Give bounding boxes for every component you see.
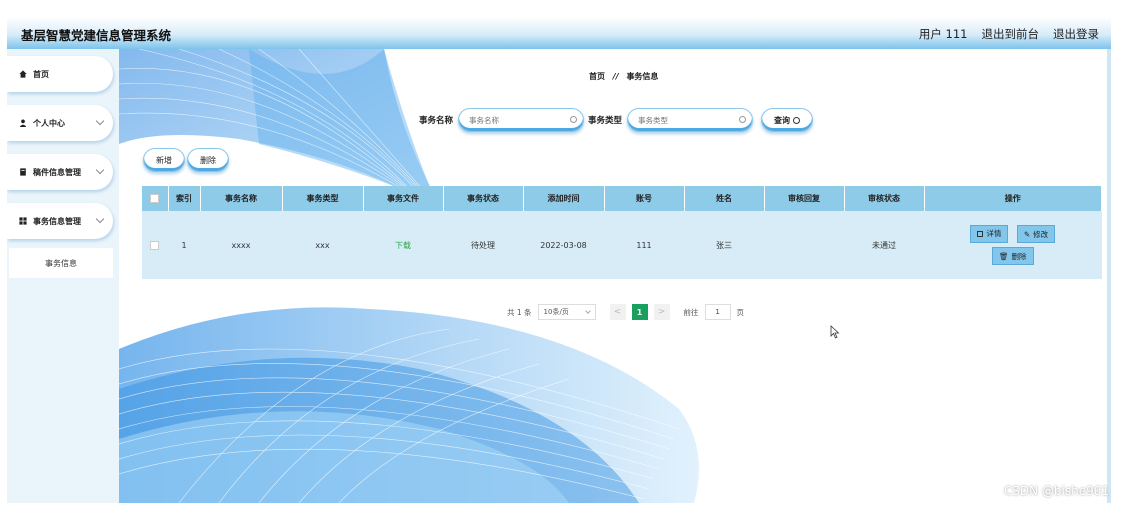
table-header-row: 索引 事务名称 事务类型 事务文件 事务状态 添加时间 账号 姓名 审核回复 审… [142, 186, 1102, 211]
document-icon [20, 168, 26, 176]
edit-button[interactable]: ✎ 修改 [1016, 225, 1056, 244]
row-delete-button[interactable]: 🗑 删除 [991, 247, 1034, 266]
breadcrumb-home[interactable]: 首页 [589, 72, 605, 81]
search-name-input[interactable] [458, 108, 585, 132]
search-bar: 事务名称 事务类型 查询 [419, 107, 814, 133]
sidebar-item-label: 稿件信息管理 [33, 167, 81, 177]
detail-button[interactable]: 详情 [970, 224, 1009, 243]
cell-account: 111 [604, 211, 685, 279]
column-header: 账号 [604, 186, 685, 211]
toolbar: 新增 删除 [143, 148, 229, 172]
row-delete-button-label: 删除 [1011, 251, 1027, 261]
chevron-down-icon [95, 165, 105, 175]
watermark: CSDN @bishe901 [1003, 484, 1109, 498]
trash-icon: 🗑 [998, 251, 1009, 261]
detail-button-label: 详情 [986, 229, 1002, 239]
breadcrumb-current: 事务信息 [626, 72, 659, 81]
back-to-front-link[interactable]: 退出到前台 [982, 26, 1040, 42]
next-page-button[interactable]: > [653, 304, 670, 320]
vertical-scrollbar[interactable] [1107, 49, 1111, 503]
cell-operations: 详情 ✎ 修改 🗑 删除 [924, 211, 1102, 279]
edit-icon: ✎ [1023, 229, 1031, 239]
sidebar-item-manuscript[interactable]: 稿件信息管理 [7, 154, 113, 190]
row-checkbox[interactable] [150, 240, 160, 250]
app-title: 基层智慧党建信息管理系统 [21, 28, 172, 43]
goto-label: 前往 [683, 307, 699, 317]
detail-icon [977, 230, 984, 237]
column-header: 添加时间 [523, 186, 605, 211]
header-actions: 用户 111 退出到前台 退出登录 [919, 26, 1099, 42]
column-header: 姓名 [684, 186, 765, 211]
chevron-down-icon [95, 214, 105, 224]
user-label[interactable]: 用户 111 [919, 26, 968, 42]
row-select-cell [142, 211, 169, 279]
cell-name: xxxx [200, 211, 283, 279]
chevron-down-icon [584, 307, 591, 314]
column-header: 审核状态 [844, 186, 925, 211]
sidebar-item-label: 事务信息管理 [33, 216, 81, 226]
search-type-input[interactable] [627, 108, 754, 132]
cell-index: 1 [168, 211, 201, 279]
sidebar-item-personal-center[interactable]: 个人中心 [7, 105, 113, 141]
cell-reply [764, 211, 845, 279]
search-icon [739, 116, 747, 123]
grid-icon [19, 217, 27, 225]
column-header: 事务文件 [363, 186, 444, 211]
total-count: 共 1 条 [507, 307, 532, 317]
goto-page-input[interactable] [704, 304, 731, 320]
delete-button[interactable]: 删除 [187, 148, 229, 172]
sidebar-item-label: 个人中心 [33, 118, 65, 128]
chevron-down-icon [95, 116, 105, 126]
cell-added-time: 2022-03-08 [523, 211, 605, 279]
sidebar: 首页 个人中心 稿件信息管理 事务信息管理 事务信息 [7, 49, 119, 503]
affairs-table: 索引 事务名称 事务类型 事务文件 事务状态 添加时间 账号 姓名 审核回复 审… [142, 186, 1102, 279]
home-icon [19, 70, 27, 78]
sidebar-item-home[interactable]: 首页 [7, 56, 113, 92]
query-button[interactable]: 查询 [761, 108, 814, 132]
add-button[interactable]: 新增 [143, 148, 185, 172]
page-number-button[interactable]: 1 [631, 304, 648, 320]
edit-button-label: 修改 [1033, 229, 1049, 239]
cell-file: 下载 [363, 211, 444, 279]
search-type-wrap [622, 108, 757, 132]
cell-person: 张三 [684, 211, 765, 279]
query-button-label: 查询 [774, 115, 791, 125]
logout-link[interactable]: 退出登录 [1053, 26, 1099, 42]
main-content: 首页 // 事务信息 事务名称 事务类型 查询 新增 删除 [119, 49, 1111, 503]
search-icon [793, 116, 801, 124]
page-size-value: 10条/页 [543, 308, 569, 316]
search-name-label: 事务名称 [419, 116, 454, 126]
search-type-label: 事务类型 [588, 116, 623, 126]
column-header: 索引 [168, 186, 201, 211]
column-header: 事务状态 [443, 186, 524, 211]
submenu-item-affairs-info[interactable]: 事务信息 [9, 248, 113, 278]
breadcrumb-separator: // [612, 72, 619, 81]
select-all-checkbox[interactable] [150, 194, 160, 203]
cell-status: 待处理 [443, 211, 524, 279]
search-name-wrap [453, 108, 588, 132]
mouse-cursor-icon [830, 325, 840, 339]
column-header: 审核回复 [764, 186, 845, 211]
column-header: 事务名称 [200, 186, 283, 211]
select-all-cell [142, 186, 169, 211]
page-size-select[interactable]: 10条/页 [537, 304, 596, 320]
column-header: 事务类型 [282, 186, 364, 211]
cell-type: xxx [282, 211, 364, 279]
page-unit-label: 页 [736, 307, 745, 317]
pagination: 共 1 条 10条/页 < 1 > 前往 页 [507, 304, 744, 320]
user-icon [19, 119, 27, 127]
app-window: 基层智慧党建信息管理系统 用户 111 退出到前台 退出登录 首页 个人中心 稿… [7, 17, 1111, 503]
breadcrumb: 首页 // 事务信息 [589, 71, 658, 82]
cell-review-status: 未通过 [844, 211, 925, 279]
sidebar-item-affairs[interactable]: 事务信息管理 [7, 203, 113, 239]
search-icon [570, 116, 578, 123]
prev-page-button[interactable]: < [609, 304, 626, 320]
column-header: 操作 [924, 186, 1102, 211]
sidebar-item-label: 首页 [33, 69, 49, 79]
top-header: 基层智慧党建信息管理系统 用户 111 退出到前台 退出登录 [7, 17, 1111, 49]
download-link[interactable]: 下载 [395, 241, 411, 250]
table-row: 1 xxxx xxx 下载 待处理 2022-03-08 111 张三 未通过 … [142, 211, 1102, 279]
